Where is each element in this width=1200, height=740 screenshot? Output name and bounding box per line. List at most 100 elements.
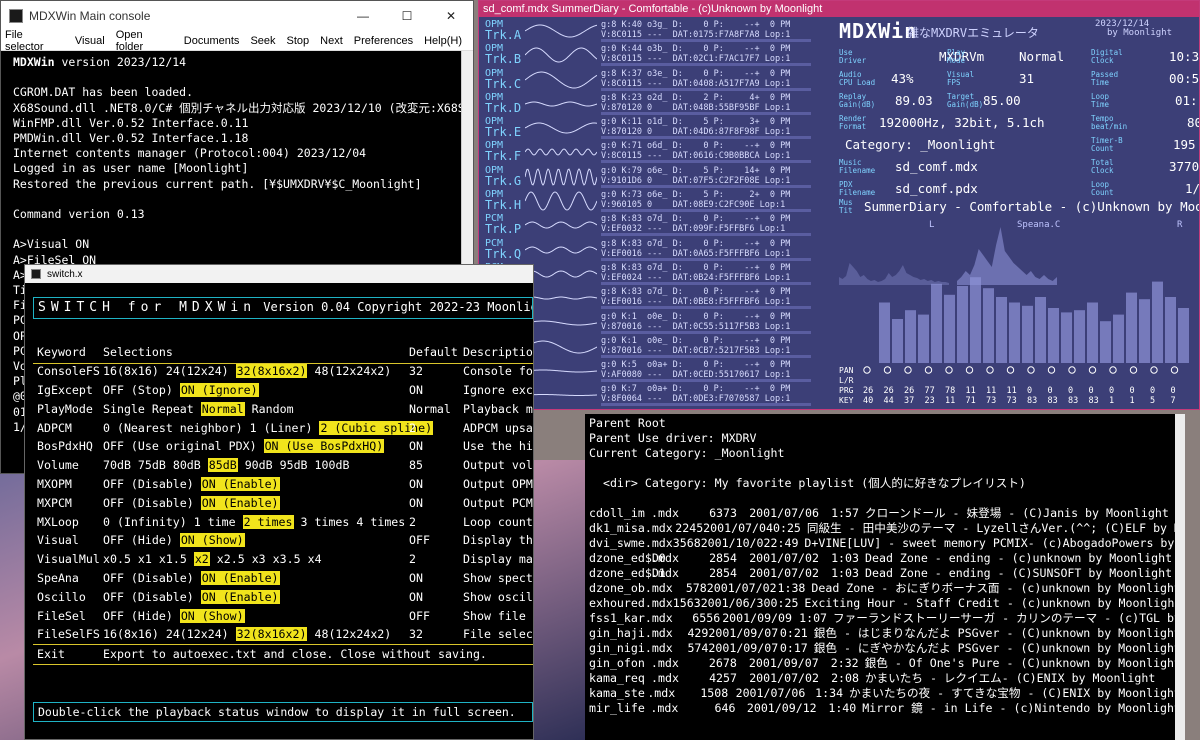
switch-option[interactable]: Repeat <box>152 402 194 416</box>
playback-status-window[interactable]: sd_comf.mdx SummerDiary - Comfortable - … <box>478 0 1200 410</box>
file-row[interactable]: fss1_kar .mdx 6556 2001/09/09 1:07 ファーランドストーリ… <box>589 611 1181 626</box>
menu-item[interactable]: Open folder <box>116 29 173 53</box>
switch-option[interactable]: 48(12x24x2) <box>314 627 391 641</box>
key-value: 1 <box>1130 396 1135 406</box>
switch-option[interactable]: 70dB <box>103 458 131 472</box>
switch-option[interactable]: x4 <box>308 552 322 566</box>
switch-row-mxpcm: MXPCM OFF (Disable) ON (Enable) ON Output PC… <box>33 493 533 512</box>
switch-option[interactable]: 3 times <box>301 515 350 529</box>
maximize-button[interactable]: ☐ <box>385 9 429 23</box>
file-date: 2001/07/04 <box>703 521 773 535</box>
switch-option[interactable]: OFF (Disable) <box>103 590 194 604</box>
menu-item[interactable]: Preferences <box>354 35 413 47</box>
switch-option[interactable]: ON (Enable) <box>200 495 280 510</box>
switch-option[interactable]: x0.5 <box>103 552 131 566</box>
switch-selections: 70dB 75dB 80dB 85dB 90dB 95dB 100dB <box>103 458 356 473</box>
switch-option[interactable]: x1.5 <box>159 552 187 566</box>
switch-option[interactable]: ON (Enable) <box>200 476 280 491</box>
file-row[interactable]: kama_req .mdx 4257 2001/07/02 2:08 かまいたち - レク… <box>589 671 1181 686</box>
switch-option[interactable]: x2 <box>193 552 210 567</box>
field-value-playmode: Normal <box>1019 49 1065 64</box>
file-row[interactable]: gin_nigi .mdx 574 2001/09/07 0:17 銀色 - にぎやかなん… <box>589 641 1181 656</box>
menu-item[interactable]: Help(H) <box>424 35 462 47</box>
menu-item[interactable]: Visual <box>75 35 105 47</box>
file-row[interactable]: dzone_ed$D1 .mdx 2854 2001/07/02 1:03 Dead Zo… <box>589 566 1181 581</box>
switch-option[interactable]: 1 time <box>194 515 236 529</box>
switch-option[interactable]: OFF (Disable) <box>103 571 194 585</box>
file-row[interactable]: exhoured .mdx 1563 2001/06/30 0:25 Exciting H… <box>589 596 1181 611</box>
switch-option[interactable]: ON (Show) <box>179 533 245 548</box>
switch-option[interactable]: OFF (Disable) <box>103 496 194 510</box>
minimize-button[interactable]: — <box>341 9 385 23</box>
switch-option[interactable]: 32(8x16x2) <box>235 627 308 642</box>
track-info-line: g:8 K:83 o7d_ D: 0 P: --+ 0 PM <box>601 238 791 249</box>
file-row[interactable]: kama_ste .mdx 1508 2001/07/06 1:34 かまいたちの夜 - … <box>589 686 1181 701</box>
menu-item[interactable]: Next <box>320 35 343 47</box>
switch-option[interactable]: ON (Enable) <box>200 570 280 585</box>
switch-option[interactable]: 2 (Cubic spline) <box>319 420 434 435</box>
exit-options[interactable]: Export to autoexec.txt and close. Close … <box>103 647 487 661</box>
file-row[interactable]: dk1_misa .mdx 2245 2001/07/04 0:25 同級生 - 田中美沙… <box>589 521 1181 536</box>
separator <box>33 663 533 665</box>
menu-item[interactable]: Stop <box>287 35 310 47</box>
menu-item[interactable]: Documents <box>184 35 240 47</box>
switch-option[interactable]: ON (Show) <box>179 608 245 623</box>
file-row[interactable]: gin_ofon .mdx 2678 2001/09/07 2:32 銀色 - Of On… <box>589 656 1181 671</box>
switch-option[interactable]: 24(12x24) <box>166 627 229 641</box>
switch-option[interactable]: 1 (Liner) <box>250 421 313 435</box>
close-button[interactable]: ✕ <box>429 9 473 23</box>
switch-option[interactable]: 80dB <box>173 458 201 472</box>
switch-option[interactable]: 100dB <box>315 458 350 472</box>
switch-option[interactable]: x3 <box>252 552 266 566</box>
switch-option[interactable]: 0 (Nearest neighbor) <box>103 421 243 435</box>
file-row[interactable]: mir_life .mdx 646 2001/09/12 1:40 Mirror 鏡 - … <box>589 701 1181 716</box>
file-scrollbar[interactable] <box>1175 414 1185 740</box>
file-row[interactable]: dzone_ed$D0 .mdx 2854 2001/07/02 1:03 Dead Zo… <box>589 551 1181 566</box>
switch-option[interactable]: ON (Enable) <box>200 589 280 604</box>
switch-option[interactable]: OFF (Disable) <box>103 477 194 491</box>
console-titlebar[interactable]: MDXWin Main console — ☐ ✕ <box>1 1 473 31</box>
switch-option[interactable]: 24(12x24) <box>166 364 229 378</box>
spectrum-bar <box>879 302 890 363</box>
switch-option[interactable]: Single <box>103 402 145 416</box>
file-length: 0:21 <box>779 626 808 640</box>
switch-option[interactable]: OFF (Hide) <box>103 609 173 623</box>
switch-option[interactable]: 4 times <box>356 515 405 529</box>
track-info: g:0 K:7 o0a+ D: 0 P: --+ 0 PM V:8F0064 --… <box>601 384 790 404</box>
file-row[interactable]: dvi_swme .mdx 3568 2001/10/02 2:49 D+VINE[LUV… <box>589 536 1185 551</box>
switch-option[interactable]: OFF (Hide) <box>103 533 173 547</box>
file-ext: .mdx <box>644 581 673 595</box>
track-oscilloscope <box>525 340 597 354</box>
switch-option[interactable]: OFF (Use original PDX) <box>103 439 257 453</box>
switch-option[interactable]: 32(8x16x2) <box>235 364 308 379</box>
switch-option[interactable]: Normal <box>200 401 245 416</box>
menu-item[interactable]: Seek <box>250 35 275 47</box>
switch-option[interactable]: 75dB <box>138 458 166 472</box>
switch-option[interactable]: x2.5 <box>217 552 245 566</box>
switch-option[interactable]: ON (Ignore) <box>179 382 259 397</box>
switch-option[interactable]: Random <box>252 402 294 416</box>
file-row[interactable]: cdoll_im .mdx 6373 2001/07/06 1:57 クローンドール - … <box>589 506 1181 521</box>
switch-option[interactable]: ON (Use BosPdxHQ) <box>263 439 385 454</box>
switch-option[interactable]: OFF (Stop) <box>103 383 173 397</box>
switch-option[interactable]: x3.5 <box>273 552 301 566</box>
switch-option[interactable]: 16(8x16) <box>103 364 159 378</box>
switch-default: 32 <box>409 627 423 642</box>
file-row[interactable]: gin_haji .mdx 429 2001/09/07 0:21 銀色 - はじまりなん… <box>589 626 1181 641</box>
switch-option[interactable]: 48(12x24x2) <box>314 364 391 378</box>
switch-option[interactable]: 90dB <box>245 458 273 472</box>
switch-option[interactable]: 2 times <box>242 514 294 529</box>
player-titlebar[interactable]: sd_comf.mdx SummerDiary - Comfortable - … <box>479 1 1199 17</box>
file-length: 1:40 <box>828 701 857 715</box>
menu-item[interactable]: File selector <box>5 29 64 53</box>
key-value: 71 <box>966 396 976 406</box>
switch-option[interactable]: 85dB <box>207 458 238 473</box>
switch-option[interactable]: 0 (Infinity) <box>103 515 187 529</box>
switch-option[interactable]: 95dB <box>280 458 308 472</box>
switch-titlebar[interactable]: switch.x <box>25 265 533 283</box>
switch-option[interactable]: x1 <box>138 552 152 566</box>
file-row[interactable]: dzone_ob .mdx 578 2001/07/02 1:38 Dead Zone -… <box>589 581 1181 596</box>
file-title: 同級生 - 田中美沙のテーマ - LyzellさんVer.(^^; (C)ELF… <box>806 521 1181 535</box>
switch-option[interactable]: 16(8x16) <box>103 627 159 641</box>
file-length: 0:17 <box>779 641 808 655</box>
